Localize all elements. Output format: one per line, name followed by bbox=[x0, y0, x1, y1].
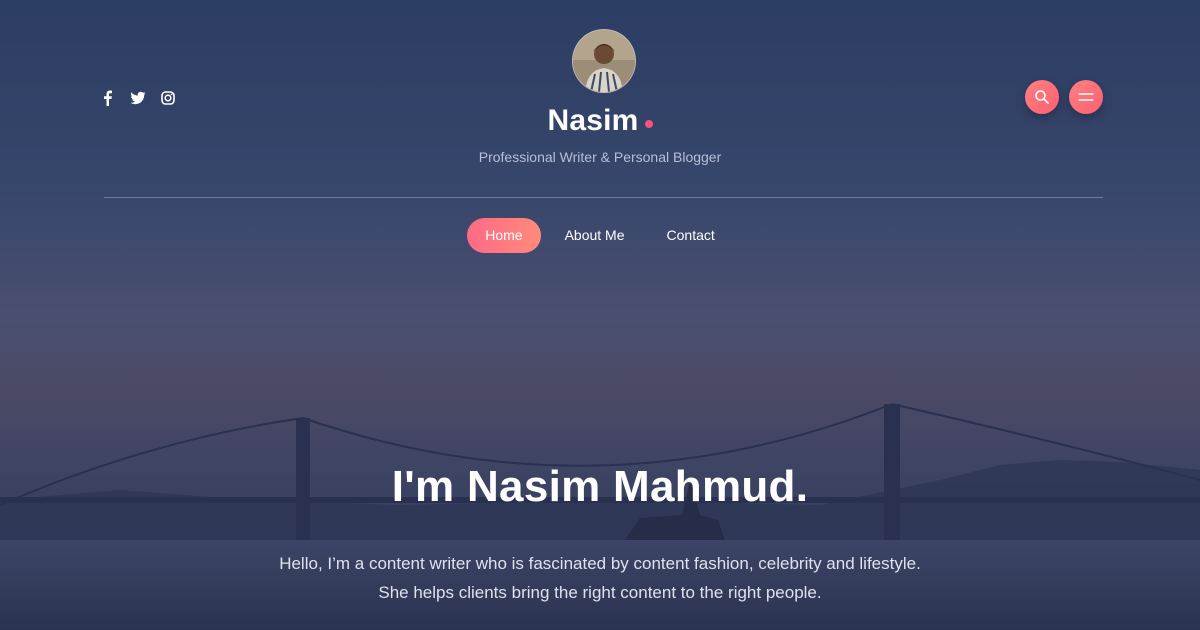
menu-icon bbox=[1078, 93, 1094, 101]
hero-description-line-2: She helps clients bring the right conten… bbox=[378, 583, 822, 602]
brand-dot bbox=[644, 120, 653, 128]
search-button[interactable] bbox=[1025, 80, 1059, 114]
hero-description-line-1: Hello, I’m a content writer who is fasci… bbox=[279, 554, 921, 573]
nav-item-home[interactable]: Home bbox=[467, 218, 541, 253]
hero-description: Hello, I’m a content writer who is fasci… bbox=[0, 549, 1200, 607]
site-title[interactable]: Nasim bbox=[0, 104, 1200, 138]
site-title-text: Nasim bbox=[547, 104, 639, 137]
menu-button[interactable] bbox=[1069, 80, 1103, 114]
main-nav: Home About Me Contact bbox=[0, 218, 1200, 253]
search-icon bbox=[1035, 90, 1049, 104]
hero-title: I'm Nasim Mahmud. bbox=[391, 462, 809, 511]
avatar[interactable] bbox=[572, 29, 636, 93]
site-tagline: Professional Writer & Personal Blogger bbox=[478, 149, 722, 165]
site-header: Nasim Professional Writer & Personal Blo… bbox=[0, 0, 1200, 270]
header-divider bbox=[104, 197, 1103, 198]
nav-item-contact[interactable]: Contact bbox=[649, 218, 733, 253]
nav-item-about-me[interactable]: About Me bbox=[547, 218, 643, 253]
